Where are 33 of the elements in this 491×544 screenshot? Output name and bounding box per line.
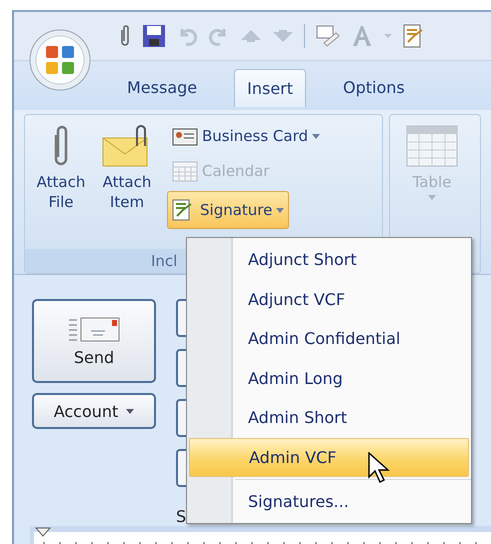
menu-item[interactable]: Admin Long (233, 358, 471, 398)
spelling-icon[interactable] (315, 24, 341, 48)
menu-item[interactable]: Signatures... (233, 482, 471, 522)
envelope-icon (67, 316, 121, 342)
menu-item[interactable]: Admin Confidential (233, 319, 471, 359)
up-arrow-icon[interactable] (240, 29, 262, 43)
caret-icon (126, 408, 134, 414)
ribbon-tab[interactable]: Insert (234, 69, 306, 107)
contact-card-icon (172, 126, 198, 146)
account-button[interactable]: Account (32, 393, 156, 429)
ribbon-tab[interactable]: Message (114, 69, 210, 107)
field-label: S (176, 507, 188, 526)
menu-item[interactable]: Admin Short (233, 398, 471, 438)
send-button[interactable]: Send (32, 299, 156, 383)
office-button[interactable] (28, 28, 92, 92)
caret-icon (428, 194, 436, 200)
menu-item[interactable]: Adjunct VCF (233, 280, 471, 320)
ribbon-tab[interactable]: Options (330, 69, 418, 107)
caret-icon (312, 134, 320, 138)
ribbon-button[interactable]: Attach File (29, 121, 93, 249)
font-icon[interactable] (351, 25, 373, 47)
mouse-cursor-icon (368, 452, 390, 484)
calendar-icon (172, 160, 198, 182)
ribbon-button[interactable]: Signature (167, 191, 290, 229)
down-arrow-icon[interactable] (272, 29, 294, 43)
caret-icon[interactable] (383, 33, 393, 39)
save-icon[interactable] (142, 24, 166, 48)
ribbon-button[interactable]: Business Card (167, 121, 326, 151)
signature-icon[interactable] (403, 24, 425, 48)
menu-item[interactable]: Admin VCF (189, 438, 469, 477)
paperclip-icon[interactable] (118, 24, 132, 48)
caret-icon (276, 208, 284, 212)
ribbon-button[interactable]: Attach Item (95, 121, 159, 249)
